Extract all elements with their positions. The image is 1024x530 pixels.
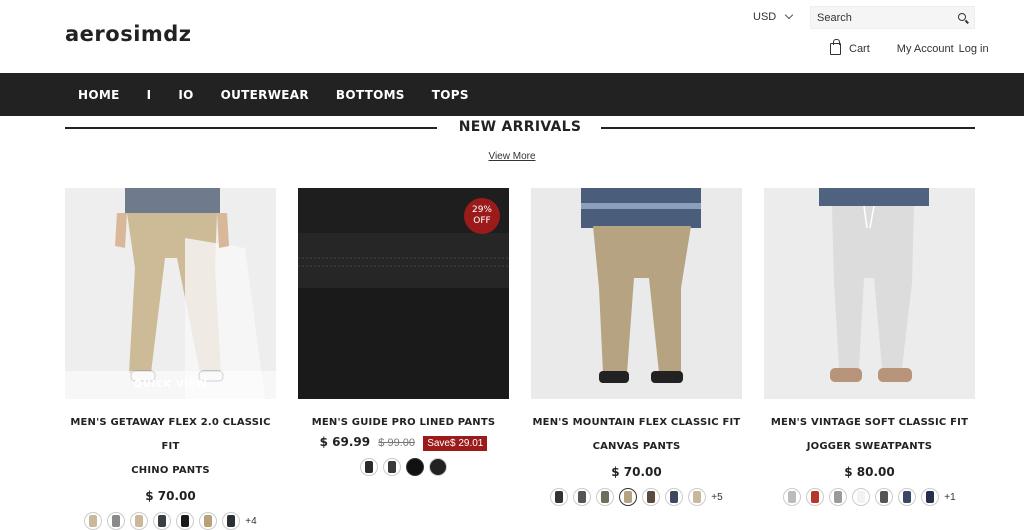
- color-swatch[interactable]: [153, 512, 172, 530]
- product-image[interactable]: [764, 188, 975, 399]
- product-price: $ 70.00: [145, 489, 196, 503]
- color-swatch[interactable]: [619, 488, 638, 506]
- color-swatch[interactable]: [429, 458, 447, 476]
- product-card[interactable]: 29% OFF MEN'S GUIDE PRO LINED PANTS $ 69…: [298, 188, 509, 476]
- view-more-row: View More: [0, 151, 1024, 162]
- color-swatch[interactable]: [783, 488, 802, 506]
- view-more-link[interactable]: View More: [488, 151, 535, 162]
- product-name[interactable]: MEN'S MOUNTAIN FLEX CLASSIC FIT CANVAS P…: [531, 411, 742, 459]
- nav-item-outerwear[interactable]: OUTERWEAR: [221, 88, 309, 102]
- login-link[interactable]: Log in: [959, 43, 989, 55]
- top-bar: aerosimdz USD Cart My Account Log in: [0, 0, 1024, 73]
- product-name-line2: CANVAS PANTS: [592, 441, 681, 452]
- cart-icon[interactable]: [830, 39, 841, 55]
- sale-price: $ 69.99: [319, 435, 371, 449]
- khaki-chino-pants-image: [65, 188, 276, 399]
- cart-link[interactable]: Cart: [849, 43, 870, 55]
- color-swatch[interactable]: [107, 512, 126, 530]
- original-price: $ 99.00: [378, 437, 415, 449]
- product-name[interactable]: MEN'S VINTAGE SOFT CLASSIC FIT JOGGER SW…: [764, 411, 975, 459]
- color-swatch[interactable]: [573, 488, 592, 506]
- product-card[interactable]: QUICK VIEW MEN'S GETAWAY FLEX 2.0 CLASSI…: [65, 188, 276, 530]
- color-swatch[interactable]: [406, 458, 424, 476]
- color-swatch[interactable]: [875, 488, 894, 506]
- chevron-down-icon: [784, 10, 794, 20]
- color-swatches: +5: [531, 488, 742, 506]
- savings-badge: Save$ 29.01: [423, 436, 488, 451]
- discount-badge: 29% OFF: [464, 198, 500, 234]
- color-swatches: +1: [764, 488, 975, 506]
- product-name-line1: MEN'S GUIDE PRO LINED PANTS: [311, 417, 496, 428]
- product-image[interactable]: 29% OFF: [298, 188, 509, 399]
- product-price: $ 80.00: [844, 465, 895, 479]
- nav-item-i[interactable]: I: [147, 88, 152, 102]
- search-icon[interactable]: [958, 13, 966, 21]
- jogger-sweatpants-image: [764, 188, 975, 399]
- product-image[interactable]: [531, 188, 742, 399]
- nav-item-home[interactable]: HOME: [78, 88, 120, 102]
- quick-view-button[interactable]: QUICK VIEW: [65, 371, 276, 399]
- color-swatch[interactable]: [360, 458, 378, 476]
- product-name-line2: CHINO PANTS: [131, 465, 210, 476]
- currency-label: USD: [753, 11, 777, 23]
- currency-selector[interactable]: USD: [753, 10, 794, 23]
- product-card[interactable]: MEN'S VINTAGE SOFT CLASSIC FIT JOGGER SW…: [764, 188, 975, 506]
- color-swatch[interactable]: [642, 488, 661, 506]
- product-card[interactable]: MEN'S MOUNTAIN FLEX CLASSIC FIT CANVAS P…: [531, 188, 742, 506]
- color-swatch[interactable]: [550, 488, 569, 506]
- search-input[interactable]: [817, 11, 957, 24]
- color-swatch[interactable]: [84, 512, 103, 530]
- product-name-line1: MEN'S GETAWAY FLEX 2.0 CLASSIC FIT: [70, 417, 271, 452]
- product-name[interactable]: MEN'S GETAWAY FLEX 2.0 CLASSIC FIT CHINO…: [65, 411, 276, 483]
- product-name-line2: JOGGER SWEATPANTS: [806, 441, 933, 452]
- color-swatches: [298, 458, 509, 476]
- color-swatch[interactable]: [852, 488, 871, 506]
- site-logo[interactable]: aerosimdz: [65, 22, 192, 46]
- my-account-link[interactable]: My Account: [897, 43, 954, 55]
- product-name-line1: MEN'S MOUNTAIN FLEX CLASSIC FIT: [532, 417, 741, 428]
- divider: [601, 127, 975, 129]
- product-image[interactable]: QUICK VIEW: [65, 188, 276, 399]
- color-swatch[interactable]: [898, 488, 917, 506]
- color-swatch[interactable]: [383, 458, 401, 476]
- nav-item-bottoms[interactable]: BOTTOMS: [336, 88, 405, 102]
- product-name[interactable]: MEN'S GUIDE PRO LINED PANTS: [298, 411, 509, 435]
- account-links: Cart My Account Log in: [830, 39, 989, 55]
- color-swatch[interactable]: [596, 488, 615, 506]
- search-box: [810, 6, 975, 29]
- more-colors-count[interactable]: +1: [944, 492, 955, 503]
- main-nav: HOME I IO OUTERWEAR BOTTOMS TOPS: [0, 73, 1024, 116]
- color-swatch[interactable]: [806, 488, 825, 506]
- color-swatch[interactable]: [688, 488, 707, 506]
- product-price: $ 70.00: [611, 465, 662, 479]
- color-swatch[interactable]: [199, 512, 218, 530]
- color-swatch[interactable]: [921, 488, 940, 506]
- product-price-row: $ 69.99 $ 99.00 Save$ 29.01: [298, 435, 509, 451]
- nav-item-io[interactable]: IO: [178, 88, 193, 102]
- discount-percent: 29%: [471, 205, 492, 215]
- section-header: NEW ARRIVALS: [65, 118, 975, 138]
- color-swatch[interactable]: [130, 512, 149, 530]
- discount-off: OFF: [473, 216, 491, 226]
- product-name-line1: MEN'S VINTAGE SOFT CLASSIC FIT: [770, 417, 969, 428]
- nav-item-tops[interactable]: TOPS: [432, 88, 469, 102]
- color-swatches: +4: [65, 512, 276, 530]
- canvas-pants-image: [531, 188, 742, 399]
- more-colors-count[interactable]: +4: [245, 516, 256, 527]
- more-colors-count[interactable]: +5: [711, 492, 722, 503]
- color-swatch[interactable]: [176, 512, 195, 530]
- color-swatch[interactable]: [665, 488, 684, 506]
- color-swatch[interactable]: [829, 488, 848, 506]
- color-swatch[interactable]: [222, 512, 241, 530]
